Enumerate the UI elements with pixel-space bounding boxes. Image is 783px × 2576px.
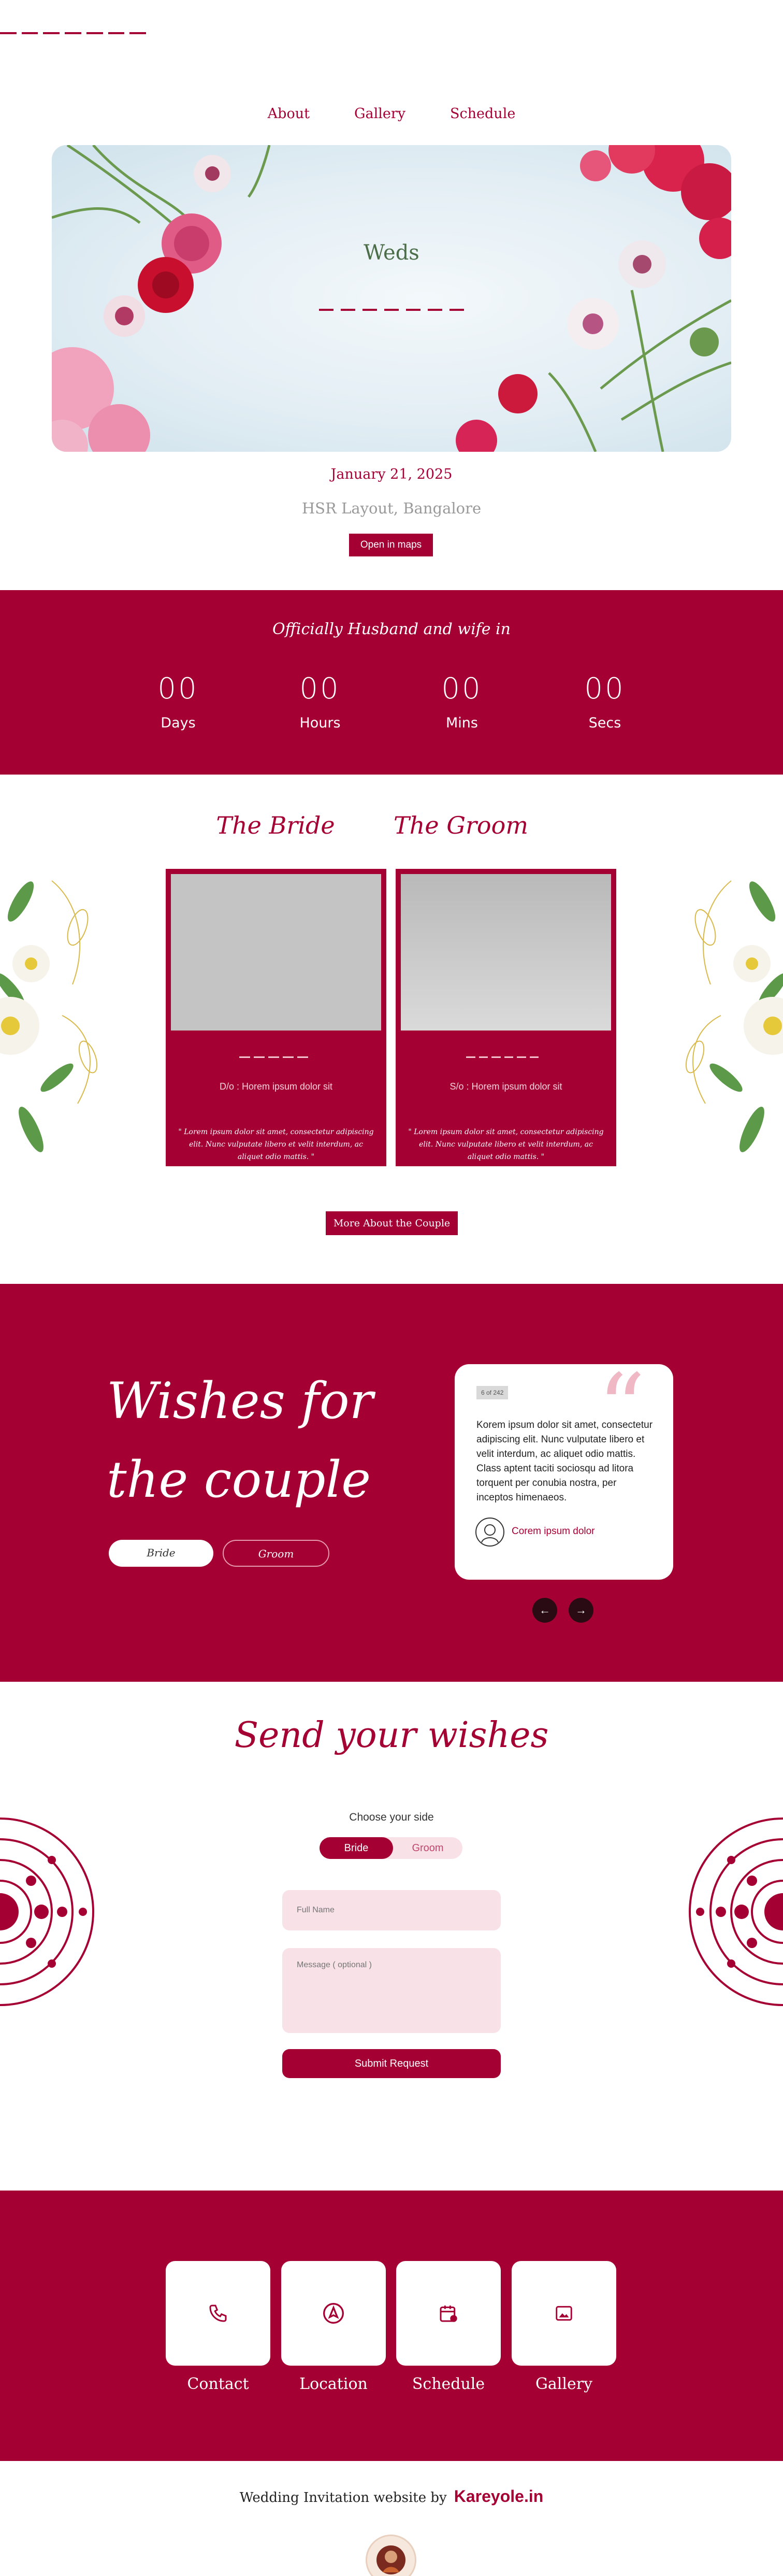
- side-option-groom[interactable]: Groom: [396, 1837, 459, 1859]
- bride-heading: The Bride: [216, 811, 335, 839]
- bride-description: " Lorem ipsum dolor sit amet, consectetu…: [178, 1128, 374, 1161]
- hero-couple-names-placeholder: [319, 309, 464, 312]
- contact-tile[interactable]: [166, 2261, 270, 2366]
- ganesha-illustration: [376, 2545, 405, 2574]
- countdown-mins-value: 00: [441, 672, 483, 706]
- contact-label: Contact: [187, 2375, 249, 2393]
- avatar: [475, 1518, 504, 1547]
- site-logo[interactable]: [0, 32, 147, 35]
- avatar-illustration: [481, 1524, 499, 1543]
- groom-card: S/o : Horem ipsum dolor sit " Lorem ipsu…: [396, 869, 616, 1166]
- submit-request-button[interactable]: Submit Request: [282, 2049, 501, 2078]
- bride-parents: D/o : Horem ipsum dolor sit: [219, 1081, 333, 1092]
- hero-banner: Weds: [52, 145, 731, 452]
- side-option-bride[interactable]: Bride: [320, 1837, 393, 1859]
- brand-badge-logo: [366, 2535, 416, 2576]
- countdown-secs-label: Secs: [588, 715, 621, 731]
- hero-flowers-image: [52, 145, 731, 452]
- location-label: Location: [299, 2375, 368, 2393]
- groom-photo: [401, 874, 611, 1031]
- countdown-secs: 00 Secs: [553, 672, 657, 731]
- image-icon: [556, 2306, 572, 2321]
- wishes-tab-groom[interactable]: Groom: [223, 1540, 329, 1567]
- message-input[interactable]: [282, 1948, 501, 2033]
- wishes-tab-bride[interactable]: Bride: [109, 1540, 213, 1567]
- countdown-hours: 00 Hours: [268, 672, 372, 731]
- gallery-tile[interactable]: [512, 2261, 616, 2366]
- gallery-label: Gallery: [535, 2375, 593, 2393]
- bride-photo: [171, 874, 381, 1031]
- send-wishes-title: Send your wishes: [234, 1715, 549, 1756]
- right-floral-decoration: [685, 880, 783, 1152]
- wishes-title-line1: Wishes for: [107, 1372, 373, 1430]
- groom-parents: S/o : Horem ipsum dolor sit: [450, 1081, 562, 1092]
- wish-author: Corem ipsum dolor: [512, 1526, 595, 1537]
- right-mandala-decoration: [689, 1817, 783, 2006]
- top-nav: About Gallery Schedule: [0, 106, 783, 122]
- countdown-mins-label: Mins: [446, 715, 478, 731]
- calendar-icon: [440, 2306, 457, 2322]
- location-tile[interactable]: [281, 2261, 386, 2366]
- nav-gallery[interactable]: Gallery: [354, 106, 405, 122]
- schedule-tile[interactable]: [396, 2261, 501, 2366]
- hero-title: Weds: [364, 241, 419, 265]
- countdown-hours-value: 00: [299, 672, 341, 706]
- countdown-title: Officially Husband and wife in: [272, 620, 511, 638]
- next-wish-button[interactable]: →: [569, 1598, 593, 1623]
- more-about-couple-button[interactable]: More About the Couple: [326, 1211, 458, 1235]
- event-date: January 21, 2025: [330, 466, 453, 482]
- prev-wish-button[interactable]: ←: [532, 1598, 557, 1623]
- groom-heading: The Groom: [394, 811, 528, 839]
- wish-card: 6 of 242 “ Korem ipsum dolor sit amet, c…: [455, 1362, 673, 1580]
- countdown-days-label: Days: [161, 715, 196, 731]
- event-venue: HSR Layout, Bangalore: [301, 499, 482, 517]
- schedule-label: Schedule: [412, 2375, 485, 2393]
- navigation-icon: [323, 2303, 344, 2324]
- wishes-section: Wishes for the couple Bride Groom 6 of 2…: [0, 1284, 783, 1682]
- footer-links-section: Contact Location Schedule Gallery: [0, 2191, 783, 2461]
- countdown-days: 00 Days: [126, 672, 230, 731]
- countdown-days-value: 00: [157, 672, 199, 706]
- phone-icon: [209, 2305, 227, 2322]
- countdown-hours-label: Hours: [299, 715, 341, 731]
- choose-side-label: Choose your side: [349, 1811, 434, 1823]
- wish-message: Korem ipsum dolor sit amet, consectetur …: [476, 1420, 653, 1503]
- countdown-secs-value: 00: [584, 672, 626, 706]
- bride-name-placeholder: [239, 1056, 312, 1058]
- nav-schedule[interactable]: Schedule: [450, 106, 515, 122]
- credit-brand-link[interactable]: Kareyole.in: [454, 2487, 544, 2506]
- bride-card: D/o : Horem ipsum dolor sit " Lorem ipsu…: [166, 869, 386, 1166]
- left-floral-decoration: [0, 880, 98, 1152]
- countdown-section: Officially Husband and wife in 00 Days 0…: [0, 590, 783, 775]
- side-toggle: Bride Groom: [320, 1837, 462, 1859]
- full-name-input[interactable]: [282, 1890, 501, 1930]
- left-mandala-decoration: [0, 1817, 94, 2006]
- credit-text: Wedding Invitation website by: [239, 2490, 447, 2506]
- groom-description: " Lorem ipsum dolor sit amet, consectetu…: [408, 1128, 604, 1161]
- countdown-mins: 00 Mins: [410, 672, 514, 731]
- credit-line: Wedding Invitation website by Kareyole.in: [0, 2487, 783, 2506]
- nav-about[interactable]: About: [268, 106, 310, 122]
- open-in-maps-button[interactable]: Open in maps: [349, 534, 433, 556]
- wishes-title: Wishes for the couple: [107, 1362, 397, 1519]
- groom-name-placeholder: [466, 1056, 539, 1058]
- wishes-title-line2: the couple: [107, 1451, 371, 1509]
- wish-counter-badge: 6 of 242: [476, 1386, 509, 1399]
